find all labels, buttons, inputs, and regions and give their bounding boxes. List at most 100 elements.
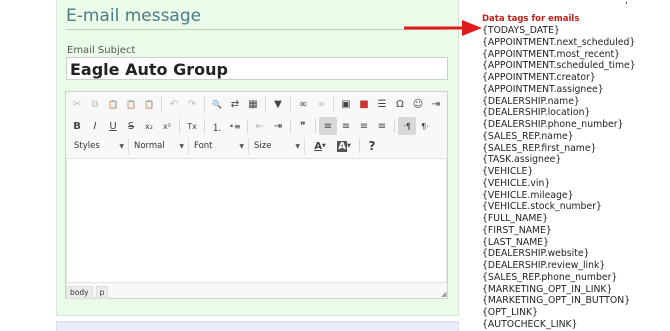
data-tag-item: {APPOINTMENT.most_recent} xyxy=(482,48,621,60)
styles-dropdown[interactable]: Styles ▼ xyxy=(69,137,129,155)
resize-handle-icon[interactable]: ◢ xyxy=(441,290,446,298)
page-break-icon[interactable]: ⇥ xyxy=(427,95,445,113)
toolbar-row-2: B I U Sx₂ x² Tx ⒈ •≡ ⇤ ⇥ ❞ ≡ ≡ ≡ ≡ ·¶ ¶· xyxy=(68,117,434,135)
corner-mark: , xyxy=(625,0,628,6)
font-dropdown[interactable]: Font ▼ xyxy=(189,137,249,155)
blockquote-icon[interactable]: ❞ xyxy=(294,117,312,135)
bulleted-list-icon[interactable]: •≡ xyxy=(226,117,244,135)
data-tag-item: {MARKETING_OPT_IN_BUTTON} xyxy=(482,295,631,307)
remove-format-icon[interactable]: Tx xyxy=(183,117,201,135)
strikethrough-icon[interactable]: S xyxy=(122,117,140,135)
data-tag-item: {MARKETING_OPT_IN_LINK} xyxy=(482,283,613,295)
find-icon[interactable]: 🔍 xyxy=(208,95,226,113)
next-panel xyxy=(56,321,459,331)
data-tag-item: {APPOINTMENT.scheduled_time} xyxy=(482,60,636,72)
image-icon[interactable]: ▣ xyxy=(337,95,355,113)
data-tag-item: {DEALERSHIP.review_link} xyxy=(482,260,606,271)
unlink-icon[interactable]: ∞ xyxy=(312,95,330,113)
redo-icon[interactable]: ↷ xyxy=(183,95,201,113)
size-dropdown[interactable]: Size ▼ xyxy=(249,137,305,155)
data-tags-list: {TODAYS_DATE} {APPOINTMENT.next_scheduled… xyxy=(482,25,662,331)
data-tag-item: {DEALERSHIP.location} xyxy=(482,107,591,119)
toolbar-separator xyxy=(333,97,334,111)
indent-icon[interactable]: ⇥ xyxy=(269,117,287,135)
data-tag-item: {TODAYS_DATE} xyxy=(482,25,560,36)
toolbar-separator xyxy=(204,119,205,133)
paste-word-icon[interactable]: 📋 xyxy=(140,95,158,113)
editor-content-area[interactable] xyxy=(66,158,447,283)
align-right-icon[interactable]: ≡ xyxy=(355,117,373,135)
paste-text-icon[interactable]: 📋 xyxy=(122,95,140,113)
element-path: body p xyxy=(66,286,109,299)
subject-input[interactable]: Eagle Auto Group xyxy=(66,57,448,80)
toolbar-separator xyxy=(161,97,162,111)
data-tag-item: {DEALERSHIP.name} xyxy=(482,95,580,107)
rtl-icon[interactable]: ¶· xyxy=(416,117,434,135)
special-char-icon[interactable]: Ω xyxy=(391,95,409,113)
toolbar-separator xyxy=(394,119,395,133)
cut-icon[interactable]: ✂ xyxy=(68,95,86,113)
text-color-icon[interactable]: A ▼ xyxy=(308,137,332,155)
horizontal-line-icon[interactable]: ☰ xyxy=(373,95,391,113)
path-tag-body[interactable]: body xyxy=(66,286,93,299)
toolbar-separator xyxy=(179,119,180,133)
ltr-icon[interactable]: ·¶ xyxy=(398,117,416,135)
align-left-icon[interactable]: ≡ xyxy=(319,117,337,135)
copy-icon[interactable]: ⧉ xyxy=(86,95,104,113)
video-icon[interactable]: ■ xyxy=(355,95,373,113)
toolbar-separator xyxy=(204,97,205,111)
toolbar-separator xyxy=(265,97,266,111)
link-icon[interactable]: ∞ xyxy=(294,95,312,113)
background-color-icon[interactable]: A ▼ xyxy=(332,137,356,155)
toolbar-separator xyxy=(359,139,360,153)
superscript-icon[interactable]: x² xyxy=(158,117,176,135)
undo-icon[interactable]: ↶ xyxy=(165,95,183,113)
align-center-icon[interactable]: ≡ xyxy=(337,117,355,135)
path-tag-p[interactable]: p xyxy=(95,286,109,299)
outdent-icon[interactable]: ⇤ xyxy=(251,117,269,135)
data-tag-item: {SALES_REP.phone_number} xyxy=(482,271,618,283)
data-tag-item: {AUTOCHECK_LINK} xyxy=(482,318,578,330)
data-tag-item: {SALES_REP.name} xyxy=(482,130,574,142)
subscript-icon[interactable]: x₂ xyxy=(140,117,158,135)
section-title: E-mail message xyxy=(66,6,202,26)
chevron-down-icon: ▼ xyxy=(179,142,184,150)
data-tag-item: {DEALERSHIP.phone_number} xyxy=(482,119,624,130)
data-tag-item: {VEHICLE} xyxy=(482,166,534,177)
toolbar-row-3: Styles ▼ Normal ▼ Font ▼ Size ▼ A ▼ A ▼ ? xyxy=(69,137,381,155)
chevron-down-icon: ▼ xyxy=(119,142,124,150)
paste-icon[interactable]: 📋 xyxy=(104,95,122,113)
data-tag-item: {LAST_NAME} xyxy=(482,236,550,248)
styles-label: Styles xyxy=(74,141,100,151)
data-tag-item: {VEHICLE.mileage} xyxy=(482,189,574,201)
select-all-icon[interactable]: ▦ xyxy=(244,95,262,113)
subject-label: Email Subject xyxy=(67,45,136,56)
chevron-down-icon: ▼ xyxy=(295,142,300,150)
toolbar-separator xyxy=(290,119,291,133)
underline-icon[interactable]: U xyxy=(104,117,122,135)
data-tag-item: {SALES_REP.first_name} xyxy=(482,142,597,154)
toolbar-separator xyxy=(315,119,316,133)
help-icon[interactable]: ? xyxy=(363,137,381,155)
data-tag-item: {FIRST_NAME} xyxy=(482,224,552,236)
format-dropdown[interactable]: Normal ▼ xyxy=(129,137,189,155)
red-arrow-icon xyxy=(404,20,482,36)
emoji-icon[interactable]: ☺ xyxy=(409,95,427,113)
page: , E-mail message Email Subject Eagle Aut… xyxy=(0,0,670,331)
toolbar-row-1: ✂ ⧉ 📋 📋 📋 ↶ ↷ 🔍 ⇄ ▦ ▼ ∞ ∞ ▣ ■ ☰ Ω ☺ ⇥ xyxy=(68,95,445,113)
size-label: Size xyxy=(254,141,272,151)
align-justify-icon[interactable]: ≡ xyxy=(373,117,391,135)
spellcheck-icon[interactable]: ▼ xyxy=(269,95,287,113)
replace-icon[interactable]: ⇄ xyxy=(226,95,244,113)
data-tags-title: Data tags for emails xyxy=(482,14,580,24)
toolbar-separator xyxy=(290,97,291,111)
data-tag-item: {VEHICLE.vin} xyxy=(482,177,551,189)
toolbar-separator xyxy=(247,119,248,133)
numbered-list-icon[interactable]: ⒈ xyxy=(208,117,226,135)
data-tag-item: {DEALERSHIP.website} xyxy=(482,248,590,260)
data-tag-item: {TASK.assignee} xyxy=(482,154,562,166)
data-tag-item: {VEHICLE.stock_number} xyxy=(482,201,602,213)
italic-icon[interactable]: I xyxy=(86,117,104,135)
font-label: Font xyxy=(194,141,213,151)
bold-icon[interactable]: B xyxy=(68,117,86,135)
